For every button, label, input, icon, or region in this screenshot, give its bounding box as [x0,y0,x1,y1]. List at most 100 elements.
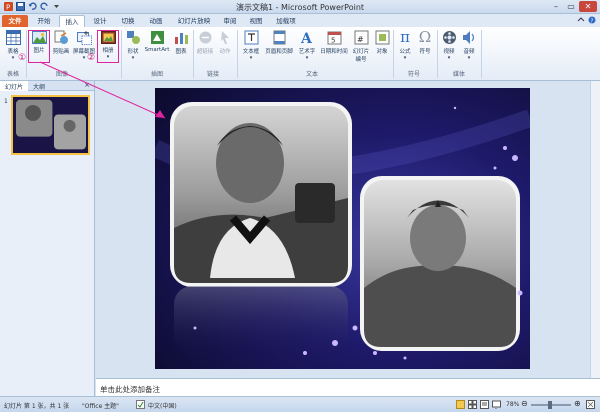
slides-panel: 幻灯片 大纲 × 1 [0,81,95,396]
vertical-scrollbar[interactable] [590,81,600,378]
smartart-button[interactable]: SmartArt [143,30,171,53]
group-tables-label: 表格 [6,71,19,78]
symbol-button[interactable]: Ω 符号 [416,30,434,56]
equation-label: 公式 [399,49,411,55]
slide-number-label-2: 编号 [355,57,367,63]
zoom-in-icon[interactable]: ⊕ [574,399,581,408]
reading-view-icon[interactable] [480,400,489,409]
hyperlink-icon [199,31,211,44]
textbox-label: 文本框 [242,49,260,55]
film-icon [442,31,456,44]
slide-number-icon: # [354,30,368,45]
group-text-label: 文本 [305,71,318,78]
datetime-icon: 5 [327,31,341,45]
datetime-button[interactable]: 5 日期和时间 [319,30,349,55]
title-bar: P 演示文稿1 - Microsoft PowerPoint – ▭ ✕ [0,0,600,14]
group-illustrations-label: 插图 [150,71,163,78]
table-icon [5,30,21,45]
tab-transitions[interactable]: 切换 [115,15,141,27]
action-icon [220,31,229,44]
header-footer-label: 页眉和页脚 [265,49,293,55]
tab-slides[interactable]: 幻灯片 [0,81,29,91]
group-images-label: 图像 [55,71,68,78]
textbox-icon [244,30,258,45]
close-button[interactable]: ✕ [579,1,597,12]
minimize-button[interactable]: – [549,1,563,12]
status-bar: 幻灯片 第 1 张，共 1 张 "Office 主题" 中文(中国) 78% ⊖… [0,396,600,412]
tab-outline[interactable]: 大纲 [28,81,50,91]
tab-slideshow[interactable]: 幻灯片放映 [172,15,216,27]
tab-insert[interactable]: 插入 [59,15,85,27]
shapes-button[interactable]: 形状 ▾ [123,30,143,61]
collapse-ribbon-icon[interactable] [577,16,585,24]
object-button[interactable]: 对象 [373,30,391,55]
audio-label: 音频 [463,49,475,55]
svg-text:5: 5 [331,37,335,45]
help-icon[interactable]: ? [588,16,596,24]
slide-number-label-1: 幻灯片 [352,49,370,55]
zoom-slider[interactable] [531,401,571,409]
slide-sorter-icon[interactable] [468,400,477,409]
panel-close-icon[interactable]: × [84,81,94,90]
normal-view-icon[interactable] [456,400,465,409]
fit-to-window-icon[interactable] [586,400,595,409]
shapes-icon [126,31,140,44]
group-links-label: 链接 [206,71,219,78]
status-language[interactable]: 中文(中国) [148,401,177,410]
photo-album-icon [100,31,116,44]
speaker-icon [462,31,474,44]
wordart-button[interactable]: A 艺术字 ▾ [296,30,318,61]
photo-album-button[interactable]: 相册 ▾ [98,31,118,60]
tab-design[interactable]: 设计 [87,15,113,27]
restore-button[interactable]: ▭ [564,1,578,12]
slide-number-button[interactable]: # 幻灯片 编号 [350,30,372,63]
smartart-label: SmartArt [144,47,170,53]
audio-button[interactable]: 音频 ▾ [460,30,478,61]
tab-view[interactable]: 视图 [244,15,268,27]
action-button[interactable]: 动作 [216,30,234,55]
picture-button[interactable]: 图片 [29,31,49,54]
slide-thumbnail-image [13,97,88,153]
slide-thumbnail[interactable] [11,95,90,155]
notes-pane[interactable]: 单击此处添加备注 [96,378,600,396]
hyperlink-button[interactable]: 超链接 [195,30,215,55]
photo-reflection-1 [174,286,348,356]
hyperlink-label: 超链接 [196,49,214,55]
video-button[interactable]: 视频 ▾ [440,30,458,61]
zoom-level[interactable]: 78% [506,401,519,408]
pi-icon: π [400,28,410,46]
slideshow-view-icon[interactable] [492,400,501,409]
photo-boy-2[interactable] [360,176,520,351]
window-title: 演示文稿1 - Microsoft PowerPoint [235,3,365,12]
shapes-label: 形状 [127,49,139,55]
equation-button[interactable]: π 公式 ▾ [396,28,414,62]
tab-file[interactable]: 文件 [2,15,28,27]
group-media-label: 媒体 [452,71,465,78]
screenshot-icon [76,31,92,45]
textbox-button[interactable]: 文本框 ▾ [240,30,262,61]
slide[interactable] [155,88,530,369]
chart-button[interactable]: 图表 [172,30,190,55]
photo-boy-1[interactable] [170,102,352,287]
datetime-label: 日期和时间 [320,49,348,55]
symbol-label: 符号 [419,49,431,55]
status-theme: "Office 主题" [82,403,119,410]
clipart-label: 剪贴画 [52,49,70,55]
tab-animations[interactable]: 动画 [143,15,169,27]
clipart-button[interactable]: 剪贴画 [51,30,71,55]
marker-one: ① [18,53,27,63]
chart-icon [174,33,188,44]
svg-text:#: # [357,35,364,44]
tab-review[interactable]: 审阅 [218,15,242,27]
header-footer-icon [273,30,285,45]
object-icon [375,30,389,45]
header-footer-button[interactable]: 页眉和页脚 [263,30,295,55]
svg-text:?: ? [590,18,593,24]
zoom-out-icon[interactable]: ⊖ [521,399,528,408]
tab-addins[interactable]: 加载项 [270,15,302,27]
wordart-label: 艺术字 [298,49,316,55]
spellcheck-icon[interactable] [136,400,145,409]
group-symbols-label: 符号 [407,71,420,78]
zoom-slider-thumb[interactable] [548,401,552,409]
tab-home[interactable]: 开始 [31,15,57,27]
